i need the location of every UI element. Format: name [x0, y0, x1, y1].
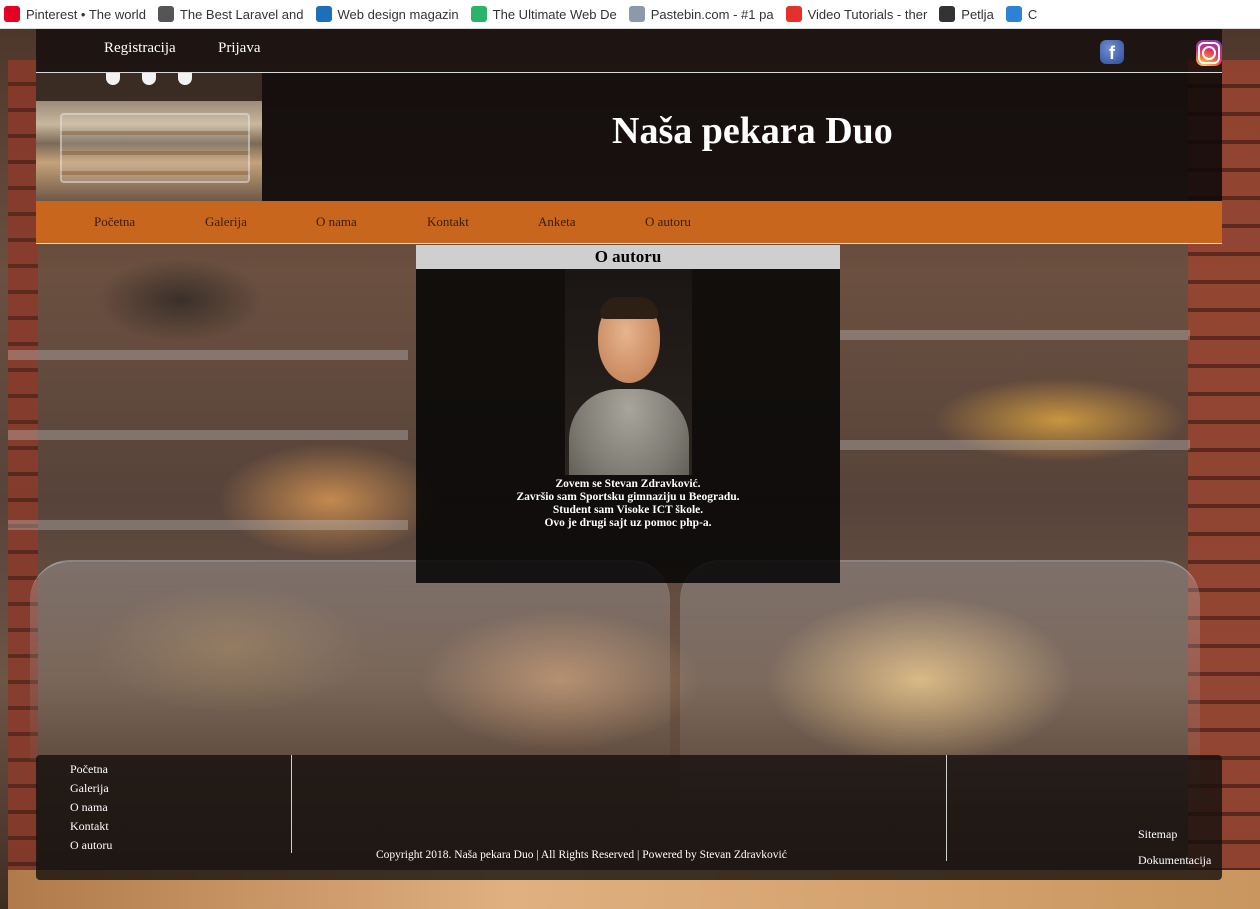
facebook-icon[interactable]: f — [1100, 40, 1124, 64]
footer: Početna Galerija O nama Kontakt O autoru… — [36, 755, 1222, 880]
lamp-icon — [178, 73, 192, 85]
display-case-glass — [30, 560, 670, 760]
bookmark-label: Web design magazin — [337, 6, 459, 22]
footer-secondary-links: Sitemap Dokumentacija — [1138, 821, 1211, 873]
bookmark-item[interactable]: Web design magazin — [315, 6, 459, 22]
footer-link-pocetna[interactable]: Početna — [70, 760, 112, 779]
header-banner: Naša pekara Duo — [36, 73, 1222, 201]
nav-item-pocetna[interactable]: Početna — [94, 214, 135, 230]
shelf — [8, 350, 408, 360]
footer-divider — [946, 755, 947, 861]
c-icon — [1005, 6, 1022, 22]
nav-item-o-nama[interactable]: O nama — [316, 214, 357, 230]
bookmark-item[interactable]: Pastebin.com - #1 pa — [628, 6, 774, 22]
nav-item-galerija[interactable]: Galerija — [205, 214, 247, 230]
footer-divider — [291, 755, 292, 853]
shelf — [840, 440, 1190, 450]
site-title: Naša pekara Duo — [612, 110, 893, 152]
login-link[interactable]: Prijava — [218, 40, 261, 57]
bookmark-item[interactable]: Video Tutorials - ther — [785, 6, 928, 22]
about-author-panel: O autoru Zovem se Stevan Zdravković. Zav… — [416, 245, 840, 583]
nav-item-o-autoru[interactable]: O autoru — [645, 214, 691, 230]
footer-links: Početna Galerija O nama Kontakt O autoru — [70, 760, 112, 855]
bookmark-item[interactable]: The Ultimate Web De — [470, 6, 617, 22]
laravel-icon — [157, 6, 174, 22]
shelf — [8, 520, 408, 530]
bookmark-item[interactable]: C — [1005, 6, 1038, 22]
bookmark-label: Pinterest • The world — [26, 6, 146, 22]
shelf — [8, 430, 408, 440]
bookmark-label: The Best Laravel and — [179, 6, 304, 22]
bookmark-item[interactable]: Petlja — [939, 6, 994, 22]
webdesign-icon — [315, 6, 332, 22]
bio-line: Završio sam Sportsku gimnaziju u Beograd… — [516, 491, 740, 503]
register-link[interactable]: Registracija — [104, 40, 176, 57]
footer-link-o-autoru[interactable]: O autoru — [70, 836, 112, 855]
instagram-icon[interactable] — [1196, 40, 1222, 66]
bio-line: Zovem se Stevan Zdravković. — [555, 478, 701, 490]
top-bar: Registracija Prijava f — [36, 29, 1222, 73]
bakery-photo — [36, 73, 262, 201]
bookmarks-bar: Pinterest • The world The Best Laravel an… — [0, 0, 1260, 29]
video-icon — [785, 6, 802, 22]
bookmark-item[interactable]: Pinterest • The world — [4, 6, 146, 22]
lamp-icon — [106, 73, 120, 85]
bio-line: Ovo je drugi sajt uz pomoc php-a. — [544, 517, 712, 529]
author-bio: Zovem se Stevan Zdravković. Završio sam … — [416, 478, 840, 530]
bookmark-label: The Ultimate Web De — [492, 6, 617, 22]
bio-line: Student sam Visoke ICT škole. — [552, 504, 704, 516]
main-navigation: Početna Galerija O nama Kontakt Anketa O… — [36, 201, 1222, 244]
footer-link-kontakt[interactable]: Kontakt — [70, 817, 112, 836]
nav-item-anketa[interactable]: Anketa — [538, 214, 576, 230]
copyright-text: Copyright 2018. Naša pekara Duo | All Ri… — [376, 849, 787, 861]
display-case — [60, 113, 250, 183]
bookmark-label: Petlja — [961, 6, 994, 22]
bookmark-label: Pastebin.com - #1 pa — [650, 6, 774, 22]
author-photo — [565, 269, 692, 475]
bookmark-item[interactable]: The Best Laravel and — [157, 6, 304, 22]
shelf — [840, 330, 1190, 340]
panel-title: O autoru — [416, 245, 840, 269]
bookmark-label: C — [1027, 6, 1038, 22]
pastebin-icon — [628, 6, 645, 22]
infinity-icon — [939, 6, 956, 22]
bookmark-label: Video Tutorials - ther — [807, 6, 928, 22]
sitemap-link[interactable]: Sitemap — [1138, 821, 1211, 847]
lamp-icon — [142, 73, 156, 85]
pinterest-icon — [4, 6, 20, 22]
ultimate-icon — [470, 6, 487, 22]
footer-link-galerija[interactable]: Galerija — [70, 779, 112, 798]
footer-link-o-nama[interactable]: O nama — [70, 798, 112, 817]
documentation-link[interactable]: Dokumentacija — [1138, 847, 1211, 873]
nav-item-kontakt[interactable]: Kontakt — [427, 214, 469, 230]
